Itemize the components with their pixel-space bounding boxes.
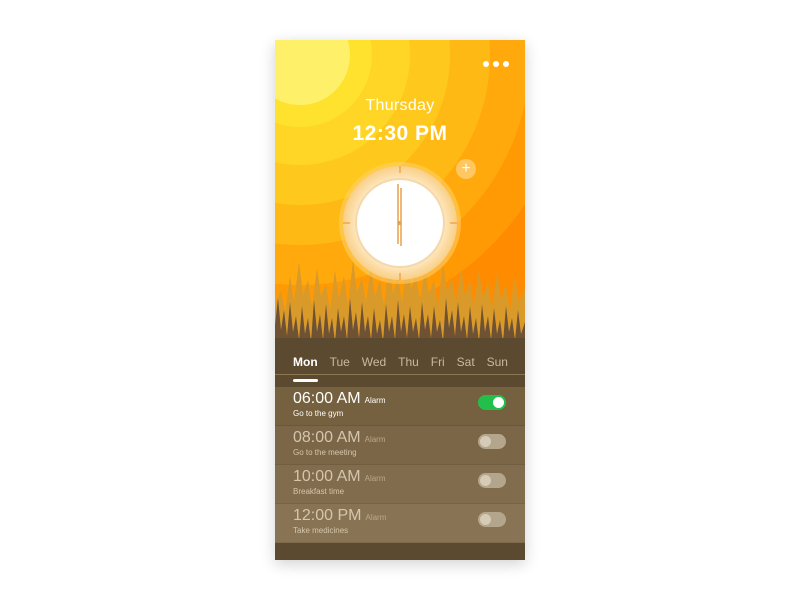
alarm-item[interactable]: 12:00 PM Alarm Take medicines [275,504,525,543]
alarm-note: Go to the gym [293,409,344,418]
tabs-divider [275,374,525,375]
dot-icon [483,61,489,67]
alarm-time: 06:00 AM [293,390,361,407]
alarm-time: 10:00 AM [293,468,361,485]
alarm-item[interactable]: 10:00 AM Alarm Breakfast time [275,465,525,504]
toggle-knob [493,397,504,408]
alarm-note: Go to the meeting [293,448,357,457]
alarm-item[interactable]: 08:00 AM Alarm Go to the meeting [275,426,525,465]
dot-icon [503,61,509,67]
alarm-note: Breakfast time [293,487,345,496]
alarm-time: 12:00 PM [293,507,362,524]
alarm-app-screen: Thursday 12:30 PM + Mon Tue Wed Thu Fri … [275,40,525,560]
alarm-item[interactable]: 06:00 AM Alarm Go to the gym [275,387,525,426]
alarm-note: Take medicines [293,526,349,535]
toggle-knob [480,436,491,447]
alarm-toggle[interactable] [478,434,506,449]
alarm-toggle[interactable] [478,395,506,410]
alarm-toggle[interactable] [478,512,506,527]
toggle-knob [480,475,491,486]
current-time: 12:30 PM [352,122,448,145]
alarm-toggle[interactable] [478,473,506,488]
alarm-label: Alarm [364,435,386,444]
add-alarm-button[interactable]: + [456,159,476,179]
alarm-time: 08:00 AM [293,429,361,446]
alarm-label: Alarm [364,396,386,405]
toggle-knob [480,514,491,525]
alarm-label: Alarm [364,474,386,483]
alarm-label: Alarm [365,513,387,522]
dot-icon [493,61,499,67]
more-options-button[interactable] [483,58,509,70]
plus-icon: + [461,160,471,177]
alarm-list: 06:00 AM Alarm Go to the gym 08:00 AM Alar… [275,387,525,543]
sky-header: Thursday 12:30 PM + [275,40,525,380]
analog-clock [339,162,461,284]
current-day: Thursday [365,97,435,114]
